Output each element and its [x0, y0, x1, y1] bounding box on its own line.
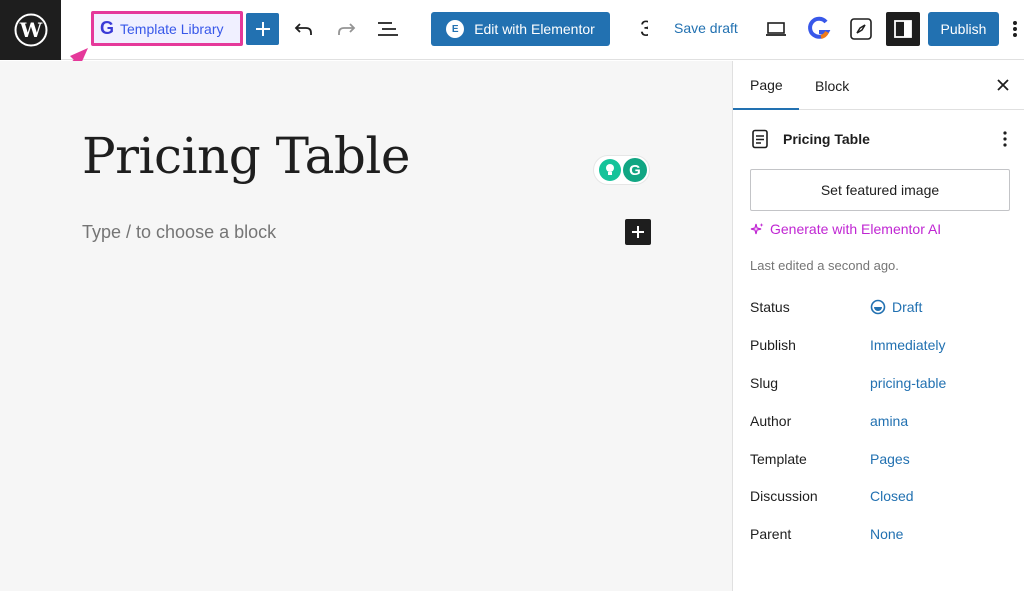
document-overview-button[interactable] [373, 14, 403, 44]
last-edited-text: Last edited a second ago. [750, 258, 899, 273]
discussion-label: Discussion [750, 488, 818, 504]
slug-value[interactable]: pricing-table [870, 375, 946, 391]
grammarly-floating-widget[interactable]: G [593, 155, 650, 185]
parent-row: Parent None [750, 526, 1010, 546]
status-row: Status Draft [750, 299, 1010, 319]
document-title: Pricing Table [783, 131, 870, 147]
compass-icon [850, 18, 872, 40]
parent-value[interactable]: None [870, 526, 903, 542]
sidebar-tabs: Page Block [733, 61, 1024, 110]
editor-canvas[interactable]: Pricing Table G Type / to choose a block [0, 61, 732, 591]
close-icon [997, 79, 1009, 91]
publish-row: Publish Immediately [750, 337, 1010, 357]
slug-row: Slug pricing-table [750, 375, 1010, 395]
inline-add-block-button[interactable] [625, 219, 651, 245]
publish-button[interactable]: Publish [928, 12, 999, 46]
status-value-text: Draft [892, 299, 923, 315]
editor-toolbar: W G Template Library E Edit with Element… [0, 0, 1024, 60]
generate-with-elementor-ai-link[interactable]: Generate with Elementor AI [750, 221, 941, 237]
more-icon [1013, 21, 1017, 37]
sidebar-toggle-icon [894, 20, 912, 38]
block-placeholder[interactable]: Type / to choose a block [82, 222, 276, 243]
plus-icon [632, 226, 644, 238]
save-draft-button[interactable]: Save draft [674, 20, 738, 36]
close-sidebar-button[interactable] [991, 73, 1015, 97]
generate-ai-label: Generate with Elementor AI [770, 221, 942, 237]
clipped-toolbar-text: 3 [640, 16, 648, 41]
edit-with-elementor-label: Edit with Elementor [474, 21, 595, 37]
elementor-icon: E [446, 20, 465, 38]
options-menu-button[interactable] [1006, 14, 1024, 44]
page-document-icon [752, 129, 768, 149]
document-summary: Pricing Table [751, 127, 1011, 151]
sparkle-icon [750, 223, 764, 235]
grammarly-icon [808, 16, 831, 39]
undo-button[interactable] [289, 14, 319, 44]
publish-value[interactable]: Immediately [870, 337, 945, 353]
status-label: Status [750, 299, 790, 315]
redo-icon [338, 23, 356, 35]
discussion-value[interactable]: Closed [870, 488, 914, 504]
redo-button[interactable] [331, 14, 361, 44]
author-value[interactable]: amina [870, 413, 908, 429]
tab-page[interactable]: Page [733, 61, 799, 110]
settings-sidebar: Page Block Pricing Table Set featured im… [732, 61, 1024, 591]
settings-sidebar-toggle[interactable] [886, 12, 920, 46]
compass-button[interactable] [846, 14, 876, 44]
document-overview-icon [378, 22, 398, 36]
template-value[interactable]: Pages [870, 451, 910, 467]
template-library-button[interactable]: G Template Library [91, 11, 243, 46]
grammarly-button[interactable] [804, 14, 834, 44]
kebab-icon [1003, 131, 1007, 147]
slug-label: Slug [750, 375, 779, 391]
parent-label: Parent [750, 526, 792, 542]
author-row: Author amina [750, 413, 1010, 433]
plus-icon [255, 22, 270, 36]
tab-block[interactable]: Block [815, 61, 849, 110]
template-library-label: Template Library [120, 20, 224, 37]
discussion-row: Discussion Closed [750, 488, 1010, 508]
author-label: Author [750, 413, 792, 429]
svg-text:W: W [18, 18, 42, 42]
grammarly-g-icon[interactable]: G [623, 158, 647, 182]
publish-label: Publish [750, 337, 796, 353]
edit-with-elementor-button[interactable]: E Edit with Elementor [431, 12, 610, 46]
lightbulb-icon[interactable] [599, 159, 621, 181]
template-row: Template Pages [750, 451, 1010, 471]
undo-icon [294, 23, 312, 35]
add-block-button[interactable] [246, 13, 279, 45]
document-actions-button[interactable] [997, 127, 1013, 151]
status-value[interactable]: Draft [870, 299, 922, 315]
draft-status-icon [870, 299, 886, 315]
set-featured-image-button[interactable]: Set featured image [750, 169, 1010, 211]
page-title[interactable]: Pricing Table [82, 127, 411, 185]
preview-button[interactable] [761, 14, 791, 44]
desktop-preview-icon [766, 22, 786, 36]
template-library-icon: G [100, 18, 115, 38]
template-label: Template [750, 451, 807, 467]
